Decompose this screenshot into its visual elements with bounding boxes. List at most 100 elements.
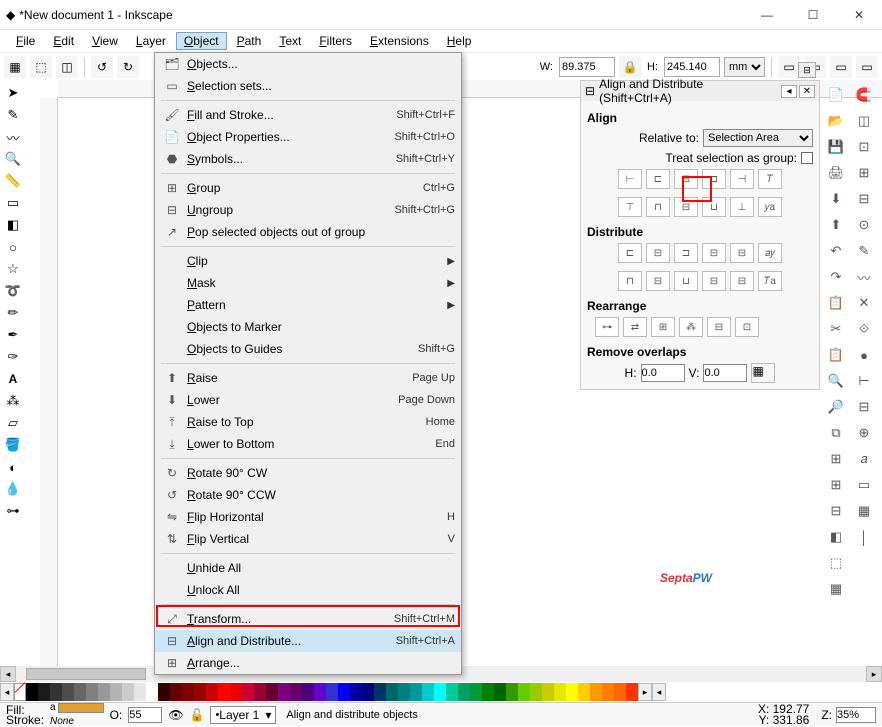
dist-gaps-v-button[interactable]: ⊟ (702, 271, 726, 291)
align-bottom-edge-button[interactable]: ⊥ (730, 197, 754, 217)
fill-tool[interactable]: 🪣 (2, 434, 24, 456)
dist-text-h-button[interactable]: 𝑎𝑦 (758, 243, 782, 263)
tool-btn-1[interactable]: ▦ (4, 56, 26, 78)
swatch[interactable] (386, 683, 398, 701)
measure-tool[interactable]: 📏 (2, 170, 24, 192)
swatch[interactable] (482, 683, 494, 701)
snap-node-button[interactable]: ✎ (853, 240, 875, 262)
menu-file[interactable]: File (8, 32, 43, 50)
circle-tool[interactable]: ○ (2, 236, 24, 258)
swatch[interactable] (254, 683, 266, 701)
swatch[interactable] (206, 683, 218, 701)
swatch[interactable] (554, 683, 566, 701)
swatch[interactable] (614, 683, 626, 701)
menu-filters[interactable]: Filters (311, 32, 360, 50)
tweak-tool[interactable]: 〰 (2, 126, 24, 148)
swatch[interactable] (110, 683, 122, 701)
unclump-button[interactable]: ⊟ (707, 317, 731, 337)
affect-3-button[interactable]: ▭ (830, 56, 852, 78)
export-button[interactable]: ⬆ (825, 214, 847, 236)
swap-button[interactable]: ⇄ (623, 317, 647, 337)
swatch[interactable] (194, 683, 206, 701)
ungroup-cmd-button[interactable]: ⊟ (825, 500, 847, 522)
swatch[interactable] (182, 683, 194, 701)
menu-layer[interactable]: Layer (128, 32, 174, 50)
align-text-left-button[interactable]: 𝑇 (758, 169, 782, 189)
panel-min-button[interactable]: ◂ (781, 85, 797, 98)
snap-center-button[interactable]: ⊙ (853, 214, 875, 236)
menu-extensions[interactable]: Extensions (362, 32, 437, 50)
dist-left-button[interactable]: ⊏ (618, 243, 642, 263)
swatch[interactable] (398, 683, 410, 701)
swatch[interactable] (578, 683, 590, 701)
snap-text-button[interactable]: 𝑎 (853, 448, 875, 470)
menuitem-flip-vertical[interactable]: ⇅Flip VerticalV (155, 528, 461, 550)
selector-tool[interactable]: ➤ (2, 82, 24, 104)
swatch[interactable] (74, 683, 86, 701)
snap-corner-button[interactable]: ⊞ (853, 162, 875, 184)
swatch[interactable] (62, 683, 74, 701)
minimize-button[interactable]: — (744, 0, 790, 30)
zoom-fit-button[interactable]: 🔍 (825, 370, 847, 392)
menuitem-flip-horizontal[interactable]: ⇋Flip HorizontalH (155, 506, 461, 528)
fill-swatch[interactable] (58, 703, 104, 713)
align-left-button[interactable]: ⊏ (646, 169, 670, 189)
menuitem-pattern[interactable]: Pattern▶ (155, 294, 461, 316)
randomize-button[interactable]: ⁂ (679, 317, 703, 337)
layer-visible-icon[interactable]: 👁 (168, 708, 183, 722)
swatch[interactable] (434, 683, 446, 701)
scroll-thumb[interactable] (26, 668, 146, 680)
snap-grid-button[interactable]: ▦ (853, 500, 875, 522)
calligraphy-tool[interactable]: ✑ (2, 346, 24, 368)
bezier-tool[interactable]: ✒ (2, 324, 24, 346)
eraser-tool[interactable]: ▱ (2, 412, 24, 434)
align-right-button[interactable]: ⊐ (702, 169, 726, 189)
swatch[interactable] (218, 683, 230, 701)
menuitem-rotate-90-cw[interactable]: ↻Rotate 90° CW (155, 462, 461, 484)
redo-button[interactable]: ↷ (825, 266, 847, 288)
menuitem-objects-to-marker[interactable]: Objects to Marker (155, 316, 461, 338)
open-button[interactable]: 📂 (825, 110, 847, 132)
ruler-vertical[interactable] (40, 98, 58, 680)
swatch[interactable] (542, 683, 554, 701)
menuitem-objects-to-guides[interactable]: Objects to GuidesShift+G (155, 338, 461, 360)
dist-center-h-button[interactable]: ⊟ (646, 243, 670, 263)
menuitem-unlock-all[interactable]: Unlock All (155, 579, 461, 601)
overlap-h-input[interactable] (641, 364, 685, 382)
swatch[interactable] (470, 683, 482, 701)
swatch[interactable] (626, 683, 638, 701)
menuitem-arrange[interactable]: ⊞Arrange... (155, 652, 461, 674)
snap-midpoint-button[interactable]: ⊟ (853, 188, 875, 210)
align-center-v-button[interactable]: ⊟ (674, 197, 698, 217)
graph-button[interactable]: ⊶ (595, 317, 619, 337)
snap-path-button[interactable]: 〰 (853, 266, 875, 288)
menuitem-unhide-all[interactable]: Unhide All (155, 557, 461, 579)
swatch[interactable] (590, 683, 602, 701)
undo-button[interactable]: ↶ (825, 240, 847, 262)
menu-path[interactable]: Path (229, 32, 270, 50)
swatch[interactable] (242, 683, 254, 701)
duplicate-button[interactable]: ⧉ (825, 422, 847, 444)
dist-bottom-button[interactable]: ⊔ (674, 271, 698, 291)
menuitem-lower-to-bottom[interactable]: ⤓Lower to BottomEnd (155, 433, 461, 455)
swatch[interactable] (602, 683, 614, 701)
swatch[interactable] (458, 683, 470, 701)
rearr-6-button[interactable]: ⊡ (735, 317, 759, 337)
menuitem-fill-and-stroke[interactable]: 🖌Fill and Stroke...Shift+Ctrl+F (155, 104, 461, 126)
scroll-right-button[interactable]: ▸ (866, 666, 882, 682)
swatch[interactable] (302, 683, 314, 701)
swatch[interactable] (230, 683, 242, 701)
menuitem-raise[interactable]: ⬆RaisePage Up (155, 367, 461, 389)
opacity-input[interactable] (128, 707, 162, 723)
align-top-button[interactable]: ⊓ (646, 197, 670, 217)
swatch[interactable] (350, 683, 362, 701)
align-top-edge-button[interactable]: ⊤ (618, 197, 642, 217)
treat-as-group-checkbox[interactable] (801, 152, 813, 164)
swatch[interactable] (326, 683, 338, 701)
swatch[interactable] (170, 683, 182, 701)
pencil-tool[interactable]: ✏ (2, 302, 24, 324)
swatch[interactable] (98, 683, 110, 701)
swatch[interactable] (422, 683, 434, 701)
dist-center-v-button[interactable]: ⊟ (646, 271, 670, 291)
node-tool[interactable]: ✎ (2, 104, 24, 126)
